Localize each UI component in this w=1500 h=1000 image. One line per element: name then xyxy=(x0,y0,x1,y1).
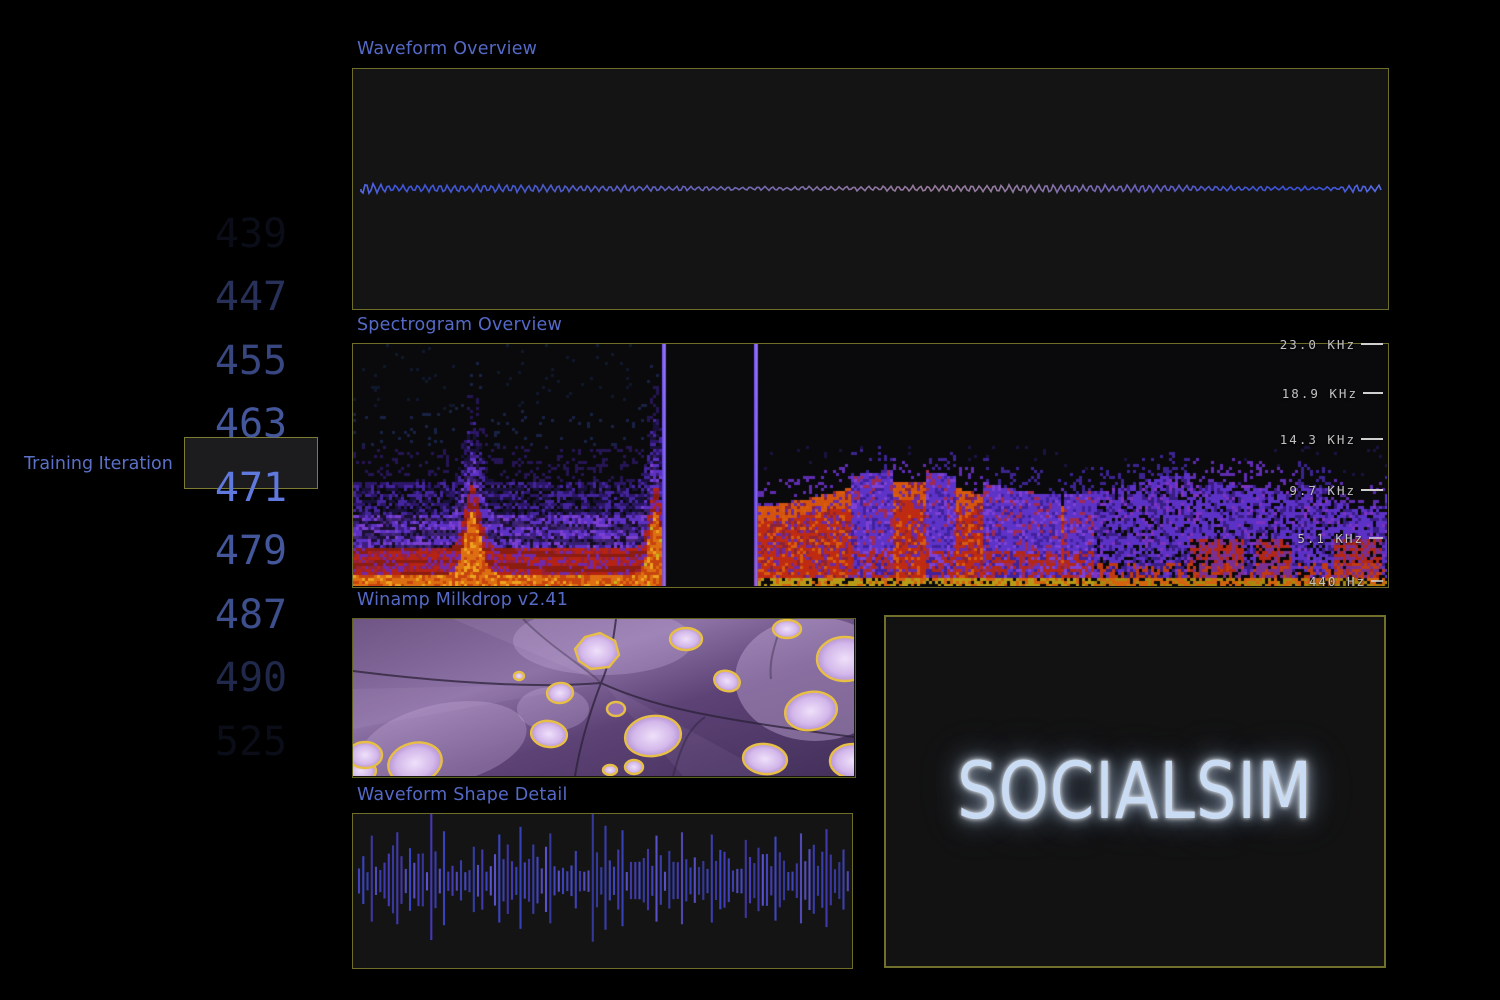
brand-panel: SOCIALSIM xyxy=(884,615,1386,968)
freq-tick: 5.1 KHz xyxy=(1297,530,1383,546)
iteration-item[interactable]: 455 xyxy=(184,329,318,393)
iteration-item[interactable]: 525 xyxy=(184,710,318,774)
milkdrop-visualization xyxy=(353,619,854,776)
tick-dash xyxy=(1361,343,1383,345)
tick-dash xyxy=(1369,537,1383,539)
iteration-item[interactable]: 487 xyxy=(184,583,318,647)
waveform-detail-panel xyxy=(352,813,853,969)
freq-tick: 14.3 KHz xyxy=(1280,431,1383,447)
iteration-item-selected[interactable]: 471 xyxy=(184,456,318,520)
iteration-item[interactable]: 463 xyxy=(184,393,318,457)
waveform-detail-plot xyxy=(353,814,851,967)
tick-dash xyxy=(1361,438,1383,440)
waveform-detail-title: Waveform Shape Detail xyxy=(357,785,568,805)
spectrogram-overview-panel: 23.0 KHz 18.9 KHz 14.3 KHz 9.7 KHz 5.1 K… xyxy=(352,343,1389,588)
milkdrop-title: Winamp Milkdrop v2.41 xyxy=(357,590,568,610)
waveform-overview-title: Waveform Overview xyxy=(357,39,537,59)
spectrogram-overview-title: Spectrogram Overview xyxy=(357,315,562,335)
brand-logo: SOCIALSIM xyxy=(957,747,1313,837)
iteration-item[interactable]: 447 xyxy=(184,266,318,330)
milkdrop-panel xyxy=(352,618,856,778)
training-iteration-label: Training Iteration xyxy=(24,454,173,474)
freq-tick: 18.9 KHz xyxy=(1282,385,1383,401)
waveform-plot xyxy=(353,69,1387,308)
freq-tick: 440 Hz xyxy=(1309,573,1383,589)
waveform-overview-panel xyxy=(352,68,1389,310)
spectrogram-plot xyxy=(353,344,1387,586)
freq-tick: 23.0 KHz xyxy=(1280,336,1383,352)
iteration-list: 439 447 455 463 471 479 487 490 525 xyxy=(184,202,318,774)
freq-tick: 9.7 KHz xyxy=(1289,482,1383,498)
iteration-item[interactable]: 490 xyxy=(184,647,318,711)
iteration-item[interactable]: 439 xyxy=(184,202,318,266)
tick-dash xyxy=(1363,392,1383,394)
tick-dash xyxy=(1371,580,1383,582)
iteration-item[interactable]: 479 xyxy=(184,520,318,584)
tick-dash xyxy=(1361,489,1383,491)
dashboard-screen: Training Iteration 439 447 455 463 471 4… xyxy=(0,0,1500,1000)
